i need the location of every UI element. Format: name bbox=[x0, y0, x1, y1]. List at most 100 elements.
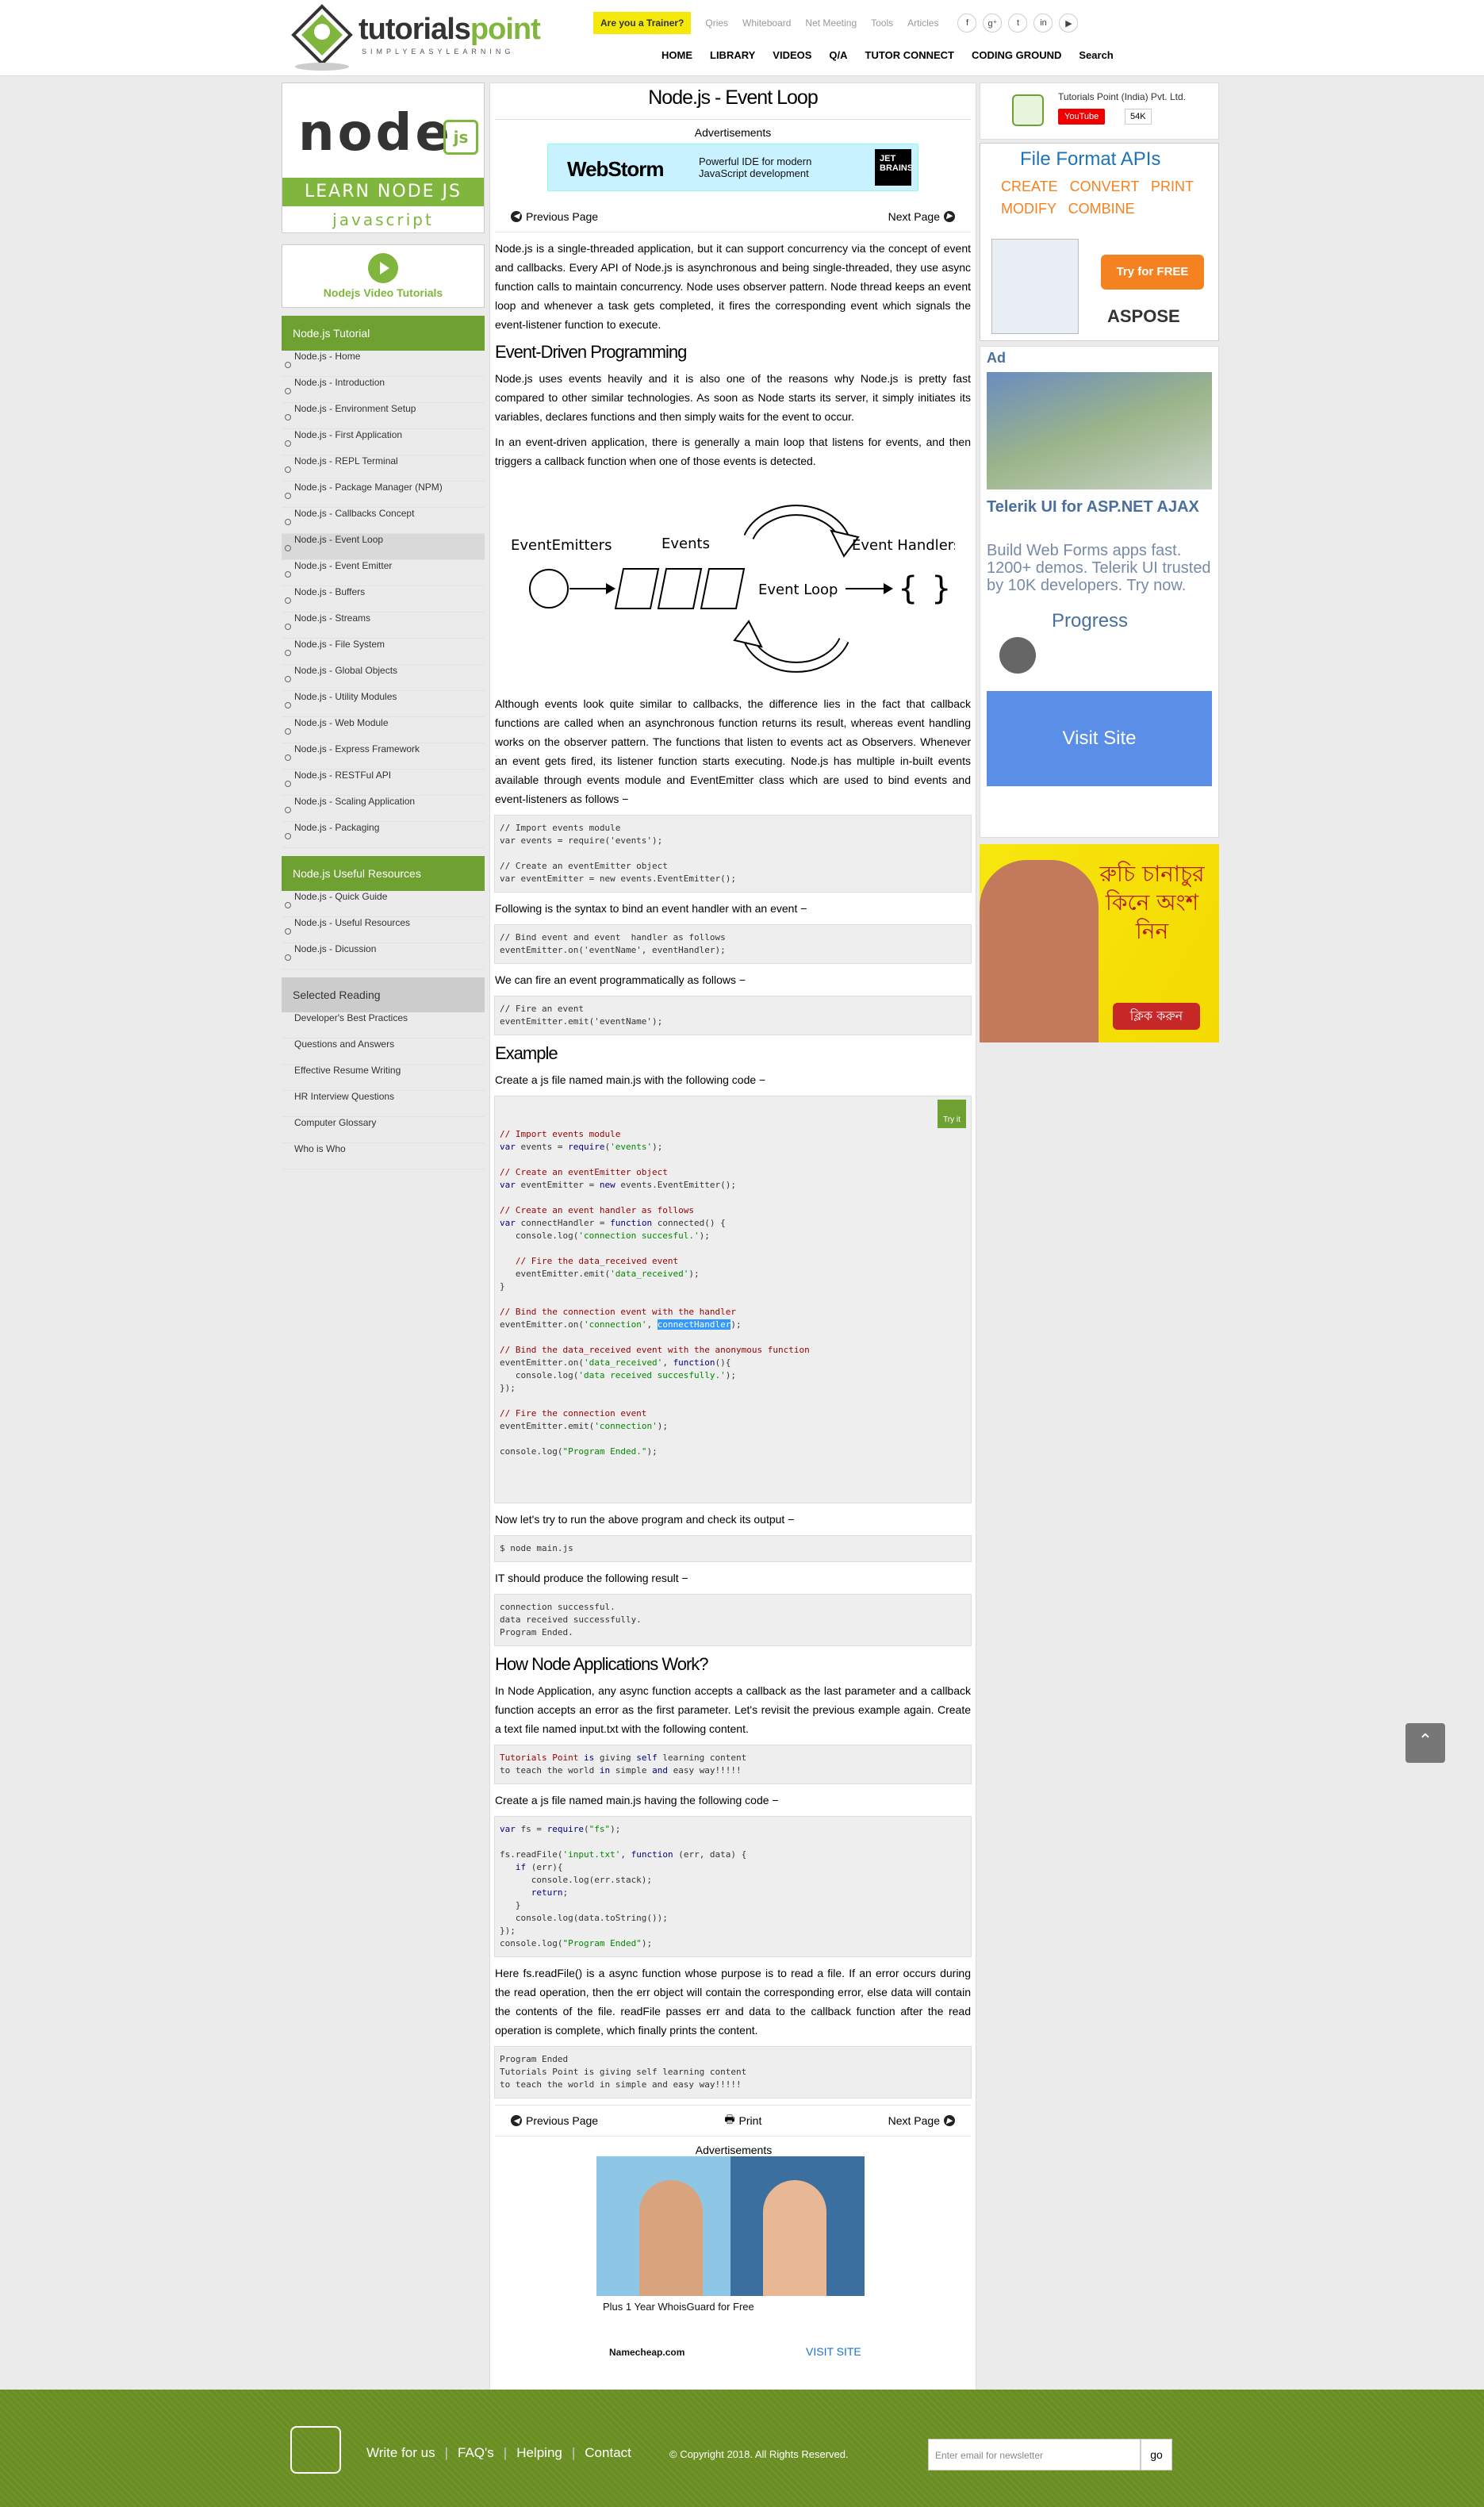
arrow-right-icon: ▶ bbox=[943, 2115, 955, 2126]
tutorial-item[interactable]: Node.js - Packaging bbox=[282, 822, 485, 848]
footer-helping[interactable]: Helping bbox=[516, 2445, 562, 2461]
aspose-title: File Format APIs bbox=[1020, 148, 1161, 170]
tutorial-item[interactable]: Node.js - File System bbox=[282, 639, 485, 665]
scroll-top-button[interactable]: ⌃ bbox=[1405, 1723, 1445, 1763]
tutorial-item[interactable]: Node.js - Streams bbox=[282, 612, 485, 639]
nav-search[interactable]: Search bbox=[1079, 49, 1113, 61]
nav-qa[interactable]: Q/A bbox=[829, 49, 847, 61]
reading-item[interactable]: Computer Glossary bbox=[282, 1117, 485, 1143]
tutorial-item[interactable]: Node.js - Callbacks Concept bbox=[282, 508, 485, 534]
site-logo[interactable]: tutorialspoint SIMPLYEASYLEARNING bbox=[290, 3, 544, 73]
tutorial-item[interactable]: Node.js - Web Module bbox=[282, 717, 485, 743]
youtube-subscribe-box: Tutorials Point (India) Pvt. Ltd. YouTub… bbox=[980, 83, 1219, 140]
tutorial-item[interactable]: Node.js - Utility Modules bbox=[282, 691, 485, 717]
tutorial-item[interactable]: Node.js - RESTFul API bbox=[282, 770, 485, 796]
learn-node-banner[interactable]: node js LEARN NODE JS javascript bbox=[282, 83, 485, 233]
reading-item[interactable]: Effective Resume Writing bbox=[282, 1065, 485, 1091]
linkedin-icon[interactable]: in bbox=[1033, 13, 1053, 33]
twitter-icon[interactable]: t bbox=[1008, 13, 1028, 33]
ruchi-click-button[interactable]: ক্লিক করুন bbox=[1113, 1003, 1200, 1030]
toplink-articles[interactable]: Articles bbox=[907, 17, 938, 29]
toplink-net-meeting[interactable]: Net Meeting bbox=[805, 17, 857, 29]
namecheap-ad[interactable]: Plus 1 Year WhoisGuard for Free bbox=[596, 2156, 865, 2323]
youtube-button[interactable]: YouTube bbox=[1058, 109, 1106, 125]
resources-item[interactable]: Node.js - Dicussion bbox=[282, 943, 485, 969]
para-async: In Node Application, any async function … bbox=[495, 1684, 971, 1735]
tutorial-item[interactable]: Node.js - Scaling Application bbox=[282, 796, 485, 822]
webstorm-brand: WebStorm bbox=[567, 157, 665, 181]
footer-faqs[interactable]: FAQ's bbox=[458, 2445, 494, 2461]
ruchi-ad[interactable]: রুচি চানাচুর কিনে অংশ নিন ক্লিক করুন bbox=[980, 844, 1219, 1042]
site-footer: Write for us | FAQ's | Helping | Contact © … bbox=[0, 2390, 1484, 2507]
nav-coding-ground[interactable]: CODING GROUND bbox=[972, 49, 1061, 61]
prev-page-link[interactable]: ◀ Previous Page bbox=[511, 210, 598, 223]
telerik-image bbox=[987, 372, 1212, 489]
resources-item[interactable]: Node.js - Useful Resources bbox=[282, 917, 485, 943]
chevron-up-icon: ⌃ bbox=[1417, 1731, 1433, 1751]
newsletter-input[interactable]: Enter email for newsletter bbox=[928, 2439, 1141, 2471]
footer-contact[interactable]: Contact bbox=[585, 2445, 631, 2461]
visit-site-button[interactable]: Visit Site bbox=[987, 691, 1212, 786]
tp-avatar bbox=[1012, 94, 1044, 126]
toplink-whiteboard[interactable]: Whiteboard bbox=[742, 17, 791, 29]
toplink-tools[interactable]: Tools bbox=[871, 17, 893, 29]
para-run: Now let's try to run the above program a… bbox=[495, 1513, 795, 1526]
tutorial-item[interactable]: Node.js - Express Framework bbox=[282, 743, 485, 770]
try-it-button[interactable]: Try it bbox=[938, 1100, 966, 1128]
nav-videos[interactable]: VIDEOS bbox=[773, 49, 811, 61]
facebook-icon[interactable]: f bbox=[957, 13, 977, 33]
diagram-handlers-label: Event Handlers bbox=[852, 537, 955, 554]
footer-write-for-us[interactable]: Write for us bbox=[366, 2445, 435, 2461]
page-title: Node.js - Event Loop bbox=[495, 83, 971, 120]
reading-item[interactable]: Questions and Answers bbox=[282, 1039, 485, 1065]
trainer-button[interactable]: Are you a Trainer? bbox=[593, 12, 692, 34]
play-icon bbox=[368, 253, 398, 283]
webstorm-ad[interactable]: WebStorm Powerful IDE for modern JavaScr… bbox=[547, 144, 918, 191]
para-bind-syntax: Following is the syntax to bind an event… bbox=[495, 902, 807, 915]
arrow-right-icon: ▶ bbox=[944, 210, 955, 222]
google-plus-icon[interactable]: g⁺ bbox=[983, 13, 1003, 33]
arrow-left-icon: ◀ bbox=[511, 2115, 522, 2126]
reading-item[interactable]: HR Interview Questions bbox=[282, 1091, 485, 1117]
nav-tutor-connect[interactable]: TUTOR CONNECT bbox=[865, 49, 954, 61]
youtube-icon[interactable]: ▶ bbox=[1059, 13, 1079, 33]
logo-text-a: tutorials bbox=[359, 13, 471, 46]
arrow-left-icon: ◀ bbox=[511, 210, 522, 222]
resources-heading: Node.js Useful Resources bbox=[282, 856, 485, 891]
nav-home[interactable]: HOME bbox=[661, 49, 692, 61]
telerik-ad[interactable]: Ad Telerik UI for ASP.NET AJAX Build Web… bbox=[980, 346, 1219, 838]
toplink-qries[interactable]: Qries bbox=[705, 17, 728, 29]
tutorial-item[interactable]: Node.js - Environment Setup bbox=[282, 403, 485, 429]
tutorial-item[interactable]: Node.js - REPL Terminal bbox=[282, 455, 485, 482]
copyright: © Copyright 2018. All Rights Reserved. bbox=[669, 2448, 849, 2460]
para-create-main: Create a js file named main.js with the … bbox=[495, 1073, 766, 1086]
ad-visit-site[interactable]: VISIT SITE bbox=[806, 2345, 861, 2358]
tutorial-item[interactable]: Node.js - Package Manager (NPM) bbox=[282, 482, 485, 508]
nav-library[interactable]: LIBRARY bbox=[710, 49, 755, 61]
video-tutorials-banner[interactable]: Nodejs Video Tutorials bbox=[282, 244, 485, 308]
footer-logo[interactable] bbox=[290, 2426, 341, 2474]
tutorial-item[interactable]: Node.js - Global Objects bbox=[282, 665, 485, 691]
tutorial-item[interactable]: Node.js - First Application bbox=[282, 429, 485, 455]
reading-item[interactable]: Who is Who bbox=[282, 1143, 485, 1169]
reading-item[interactable]: Developer's Best Practices bbox=[282, 1012, 485, 1039]
tutorial-item[interactable]: Node.js - Event Loop bbox=[282, 534, 485, 560]
aspose-ad[interactable]: File Format APIs CREATE CONVERT PRINT MO… bbox=[980, 143, 1219, 341]
subscriber-count: 54K bbox=[1125, 109, 1152, 125]
footer-links: Write for us | FAQ's | Helping | Contact bbox=[366, 2445, 631, 2461]
tutorial-item[interactable]: Node.js - Home bbox=[282, 351, 485, 377]
print-link[interactable]: 🖶 Print bbox=[724, 2111, 761, 2130]
next-page-link[interactable]: Next Page ▶ bbox=[888, 210, 955, 223]
heading-how-node-works: How Node Applications Work? bbox=[495, 1654, 709, 1674]
tutorial-item[interactable]: Node.js - Buffers bbox=[282, 586, 485, 612]
newsletter-go-button[interactable]: go bbox=[1141, 2439, 1172, 2471]
prev-page-link-bottom[interactable]: ◀ Previous Page bbox=[511, 2114, 598, 2127]
resources-item[interactable]: Node.js - Quick Guide bbox=[282, 891, 485, 917]
resources-menu: Node.js - Quick Guide Node.js - Useful Re… bbox=[282, 891, 485, 969]
tutorial-item[interactable]: Node.js - Event Emitter bbox=[282, 560, 485, 586]
code-bind-event: // Bind event and event handler as follo… bbox=[494, 924, 972, 964]
tutorial-item[interactable]: Node.js - Introduction bbox=[282, 377, 485, 403]
aspose-try-button[interactable]: Try for FREE bbox=[1101, 255, 1204, 290]
next-page-link-bottom[interactable]: Next Page ▶ bbox=[888, 2114, 955, 2127]
main-nav: HOME LIBRARY VIDEOS Q/A TUTOR CONNECT CO… bbox=[661, 49, 1114, 61]
